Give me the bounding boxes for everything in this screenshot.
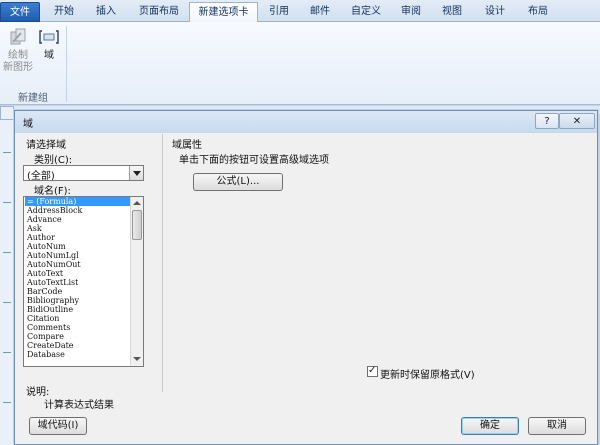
list-item[interactable]: AddressBlock xyxy=(25,206,131,215)
description-text: 计算表达式结果 xyxy=(44,400,114,411)
field-properties-heading: 域属性 xyxy=(172,140,202,151)
tab-insert[interactable]: 插入 xyxy=(86,2,126,22)
list-item[interactable]: AutoText xyxy=(25,269,131,278)
list-item[interactable]: Citation xyxy=(25,314,131,323)
list-item[interactable]: Database xyxy=(25,350,131,359)
tab-references[interactable]: 引用 xyxy=(262,2,296,22)
help-button[interactable]: ? xyxy=(535,113,559,129)
tab-view[interactable]: 视图 xyxy=(433,2,471,22)
field-names-list[interactable]: = (Formula) AddressBlock Advance Ask Aut… xyxy=(23,196,144,367)
field-label: 域 xyxy=(44,50,54,61)
preserve-format-checkbox[interactable]: ✓ xyxy=(367,365,378,377)
field-codes-button[interactable]: 域代码(I) xyxy=(29,417,87,435)
scroll-thumb[interactable] xyxy=(132,210,142,240)
dialog-title-bar: 域 ? ✕ xyxy=(15,111,597,133)
draw-new-shape-label: 绘制 新图形 xyxy=(3,50,33,73)
list-item[interactable]: AutoNumLgl xyxy=(25,251,131,260)
help-icon: ? xyxy=(544,116,550,127)
ribbon-panel: 绘制 新图形 域 新建组 xyxy=(0,22,600,105)
ruler-tick xyxy=(3,152,11,153)
category-value: (全部) xyxy=(27,171,55,182)
formula-button[interactable]: 公式(L)... xyxy=(193,173,283,191)
list-item[interactable]: BarCode xyxy=(25,287,131,296)
ribbon-group-label: 新建组 xyxy=(18,93,48,104)
field-icon xyxy=(39,30,59,44)
list-item[interactable]: Ask xyxy=(25,224,131,233)
list-scrollbar[interactable] xyxy=(130,197,143,366)
list-item[interactable]: BidiOutline xyxy=(25,305,131,314)
field-properties-hint: 单击下面的按钮可设置高级域选项 xyxy=(179,155,329,166)
ribbon-group-divider xyxy=(66,26,67,102)
vertical-ruler xyxy=(0,120,14,445)
list-item[interactable]: Comments xyxy=(25,323,131,332)
list-item-formula[interactable]: = (Formula) xyxy=(25,197,131,206)
draw-shape-icon xyxy=(10,28,26,45)
ribbon-tab-bar: 文件 开始 插入 页面布局 新建选项卡 引用 邮件 自定义 审阅 视图 设计 布… xyxy=(0,0,600,23)
ruler-tick xyxy=(3,252,11,253)
ruler-tick xyxy=(3,302,11,303)
list-item[interactable]: AutoNumOut xyxy=(25,260,131,269)
tab-mailings[interactable]: 邮件 xyxy=(301,2,339,22)
list-item[interactable]: Compare xyxy=(25,332,131,341)
close-button[interactable]: ✕ xyxy=(559,113,595,129)
scroll-down-icon[interactable] xyxy=(131,353,143,365)
draw-new-shape-button[interactable]: 绘制 新图形 xyxy=(3,26,33,74)
list-item[interactable]: AutoNum xyxy=(25,242,131,251)
category-dropdown[interactable]: (全部) xyxy=(23,165,144,182)
tab-new-tab[interactable]: 新建选项卡 xyxy=(189,2,258,23)
scroll-up-icon[interactable] xyxy=(131,197,143,209)
ruler-toggle[interactable] xyxy=(0,106,14,120)
chevron-down-icon[interactable] xyxy=(129,166,143,180)
tab-home[interactable]: 开始 xyxy=(45,2,83,22)
category-label: 类别(C): xyxy=(34,155,73,166)
tab-design[interactable]: 设计 xyxy=(478,2,512,22)
checkmark-icon: ✓ xyxy=(368,365,377,376)
list-item[interactable]: Author xyxy=(25,233,131,242)
list-item[interactable]: CreateDate xyxy=(25,341,131,350)
field-names-label: 域名(F): xyxy=(34,186,71,197)
list-item[interactable]: Advance xyxy=(25,215,131,224)
insert-field-button[interactable]: 域 xyxy=(34,26,64,74)
close-icon: ✕ xyxy=(572,116,582,127)
list-item[interactable]: AutoTextList xyxy=(25,278,131,287)
ruler-tick xyxy=(3,352,11,353)
list-item[interactable]: Bibliography xyxy=(25,296,131,305)
ok-button[interactable]: 确定 xyxy=(461,417,519,435)
ruler-tick xyxy=(3,202,11,203)
tab-layout[interactable]: 布局 xyxy=(520,2,556,22)
tab-review[interactable]: 审阅 xyxy=(393,2,429,22)
dialog-title: 域 xyxy=(23,119,33,130)
ruler-tick xyxy=(3,402,11,403)
cancel-button[interactable]: 取消 xyxy=(528,417,586,435)
preserve-format-label[interactable]: 更新时保留原格式(V) xyxy=(380,366,475,381)
pane-divider xyxy=(162,134,163,392)
tab-customize[interactable]: 自定义 xyxy=(342,2,390,22)
tab-page-layout[interactable]: 页面布局 xyxy=(130,2,188,22)
tab-file[interactable]: 文件 xyxy=(0,2,40,22)
choose-field-heading: 请选择域 xyxy=(26,140,66,151)
